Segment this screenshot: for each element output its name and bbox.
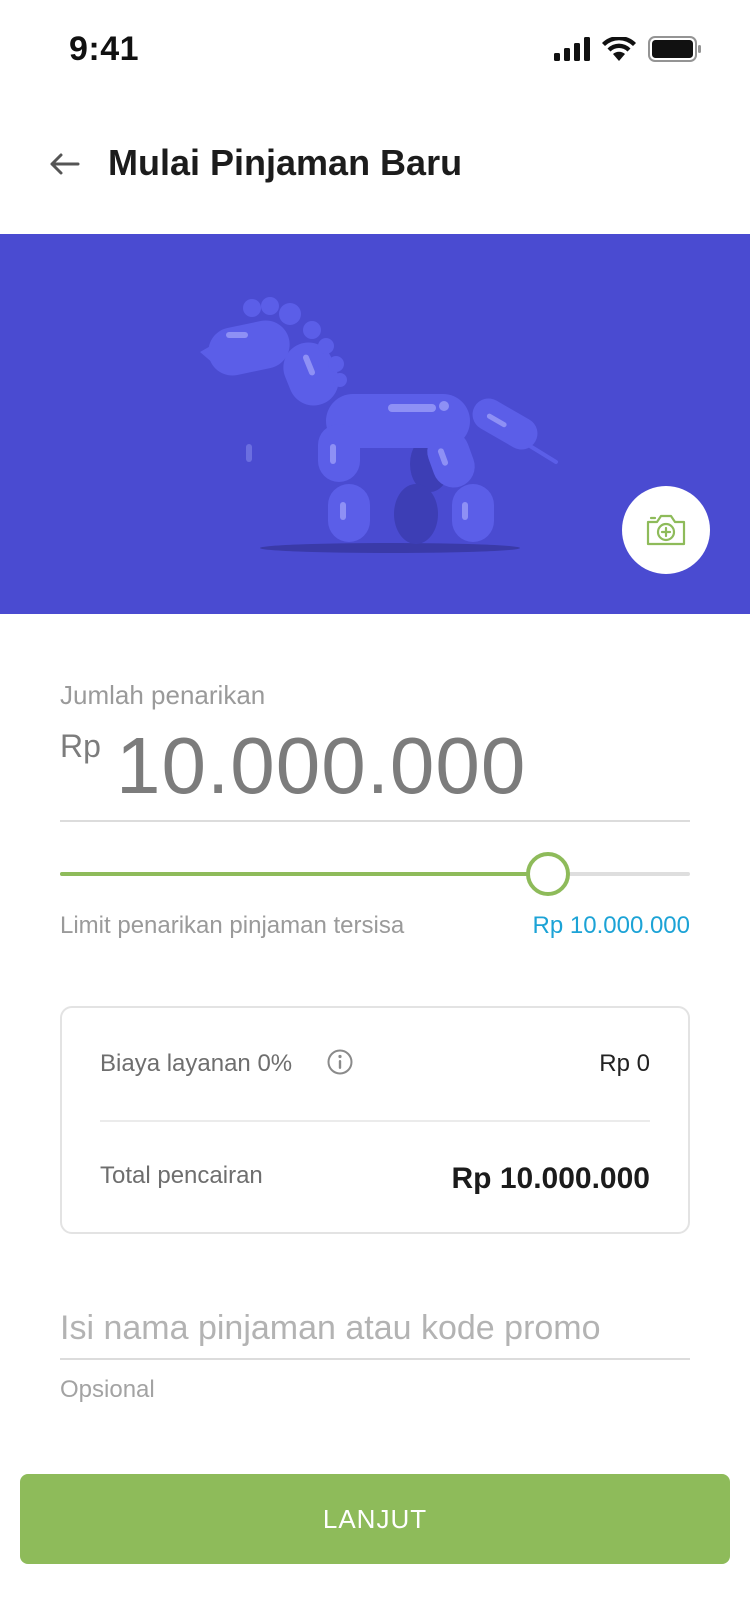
amount-field[interactable]: Rp 10.000.000: [60, 720, 690, 822]
status-time: 9:41: [69, 30, 140, 68]
total-disbursement-value: Rp 10.000.000: [451, 1162, 650, 1195]
slider-fill: [60, 872, 549, 876]
service-fee-value: Rp 0: [599, 1050, 650, 1077]
arrow-left-icon: [50, 153, 80, 175]
info-icon[interactable]: [326, 1048, 354, 1076]
amount-value[interactable]: 10.000.000: [116, 720, 526, 812]
status-bar: 9:41: [0, 0, 750, 100]
limit-label: Limit penarikan pinjaman tersisa: [60, 912, 405, 939]
add-photo-button[interactable]: [622, 486, 710, 574]
limit-value: Rp 10.000.000: [532, 912, 690, 939]
amount-slider[interactable]: [60, 852, 690, 896]
slider-thumb[interactable]: [526, 852, 571, 896]
signal-icon: [554, 37, 590, 61]
back-button[interactable]: [44, 144, 84, 184]
total-disbursement-row: Total pencairan Rp 10.000.000: [100, 1122, 650, 1234]
service-fee-row: Biaya layanan 0% Rp 0: [100, 1008, 650, 1122]
promo-helper-text: Opsional: [60, 1376, 155, 1403]
status-icons: [554, 36, 702, 62]
amount-label: Jumlah penarikan: [60, 680, 266, 710]
hero-banner: [0, 234, 750, 614]
fee-summary-card: Biaya layanan 0% Rp 0 Total pencairan Rp…: [60, 1006, 690, 1234]
app-header: Mulai Pinjaman Baru: [0, 100, 750, 234]
loan-name-promo-input[interactable]: [60, 1298, 690, 1360]
service-fee-label: Biaya layanan 0%: [100, 1050, 293, 1077]
battery-icon: [648, 36, 701, 62]
page-title: Mulai Pinjaman Baru: [108, 142, 463, 183]
continue-button[interactable]: LANJUT: [20, 1474, 730, 1564]
total-disbursement-label: Total pencairan: [100, 1162, 263, 1189]
wifi-icon: [602, 37, 636, 61]
amount-currency: Rp: [60, 728, 101, 764]
camera-plus-icon: [646, 514, 686, 546]
